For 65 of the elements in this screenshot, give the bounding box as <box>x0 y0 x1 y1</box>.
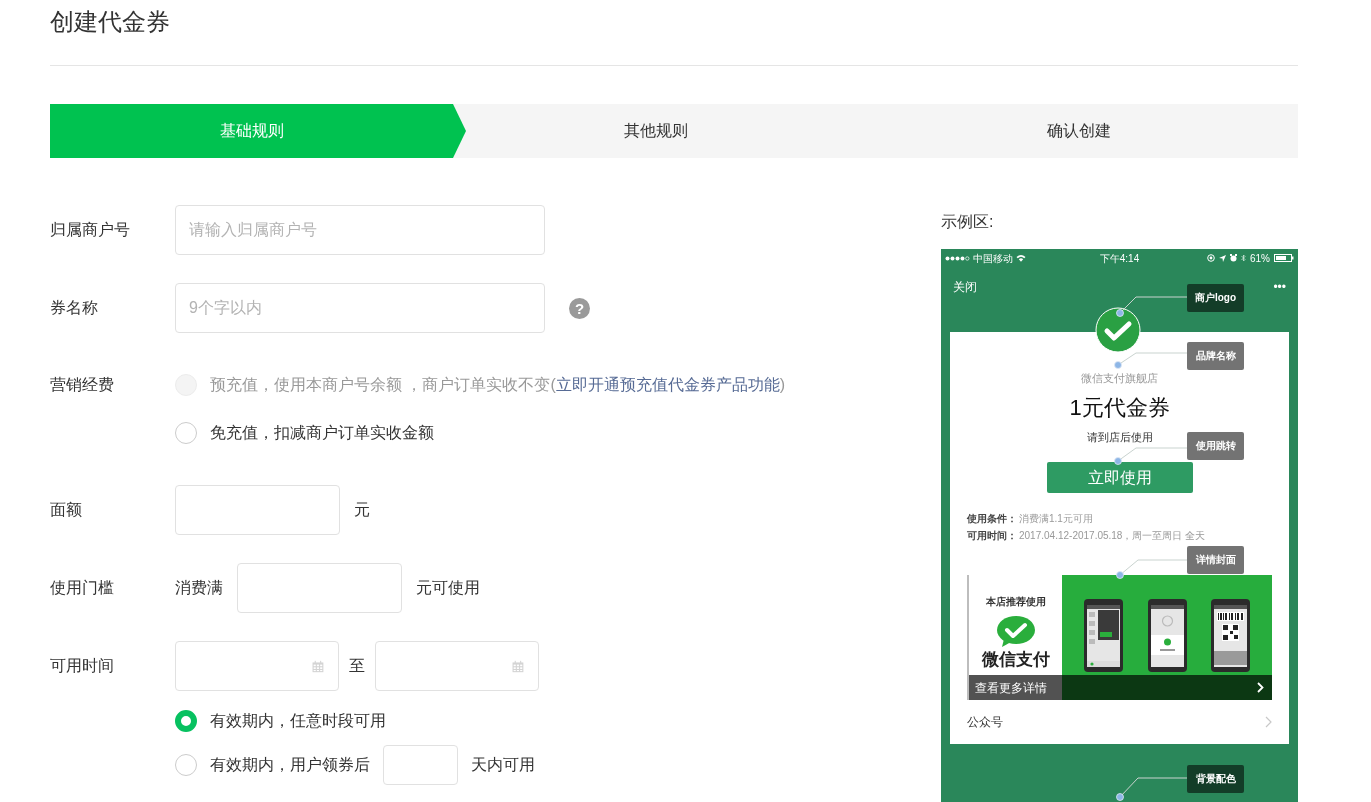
battery-percent: 61% <box>1250 251 1270 266</box>
brand-name: 微信支付旗舰店 <box>1081 371 1158 386</box>
leader-line <box>1116 559 1188 579</box>
location-arrow-icon <box>1219 254 1226 262</box>
field-label: 可用时间 <box>50 656 115 676</box>
input-field[interactable] <box>237 563 402 613</box>
condition-label: 可用时间： <box>967 529 1017 543</box>
coupon-subtitle: 请到店后使用 <box>1086 430 1153 445</box>
input-field[interactable] <box>383 745 458 785</box>
field-prefix: 消费满 <box>175 578 223 598</box>
date-field[interactable] <box>175 641 339 691</box>
signal-icon <box>945 255 970 261</box>
banner-brand: 微信支付 <box>981 650 1050 670</box>
chevron-right-icon <box>1257 682 1264 693</box>
callout-label: 品牌名称 <box>1187 342 1244 370</box>
leader-line <box>1116 777 1188 801</box>
carrier-name: 中国移动 <box>973 251 1013 266</box>
field-label: 券名称 <box>50 298 99 318</box>
input-field[interactable]: 9个字以内 <box>175 283 545 333</box>
chat-bubble-icon <box>995 615 1036 648</box>
option-label: 有效期内，任意时段可用 <box>210 711 386 731</box>
more-details-text: 查看更多详情 <box>975 679 1047 697</box>
radio-button[interactable] <box>175 422 197 444</box>
field-label: 营销经费 <box>50 375 115 395</box>
rotation-lock-icon <box>1207 254 1215 262</box>
field-label: 归属商户号 <box>50 220 131 240</box>
unit-label: 元可使用 <box>416 578 480 598</box>
banner-caption: 本店推荐使用 <box>985 595 1046 608</box>
alarm-icon <box>1230 254 1237 262</box>
field-label: 面额 <box>50 500 83 520</box>
radio-button[interactable] <box>175 710 197 732</box>
battery-icon <box>1274 254 1294 262</box>
option-label: 预充值，使用本商户号余额 ，商户订单实收不变(立即开通预充值代金券产品功能) <box>210 375 786 395</box>
date-field[interactable] <box>375 641 539 691</box>
page-title: 创建代金券 <box>50 7 170 37</box>
help-icon[interactable]: ? <box>569 297 590 319</box>
condition-label: 使用条件： <box>967 512 1017 526</box>
account-row[interactable]: 公众号 <box>950 700 1289 744</box>
condition-value: 消费满1.1元可用 <box>1019 512 1093 526</box>
radio-button[interactable] <box>175 754 197 776</box>
step-tab[interactable]: 其他规则 <box>466 104 860 158</box>
callout-label: 使用跳转 <box>1187 432 1244 460</box>
unit-label: 元 <box>354 500 370 520</box>
chevron-right-icon <box>1265 716 1272 728</box>
use-now-button[interactable]: 立即使用 <box>1046 462 1193 493</box>
input-field[interactable]: 请输入归属商户号 <box>175 205 545 255</box>
callout-label: 背景配色 <box>1187 765 1244 793</box>
callout-label: 商户logo <box>1187 284 1244 312</box>
more-menu[interactable]: ••• <box>1273 278 1286 296</box>
section-title: 示例区: <box>941 212 994 232</box>
more-details-bar[interactable]: 查看更多详情 <box>969 675 1272 700</box>
option-label: 免充值，扣减商户订单实收金额 <box>210 423 434 443</box>
input-field[interactable] <box>175 485 340 535</box>
wifi-icon <box>1016 254 1026 262</box>
close-link[interactable]: 关闭 <box>953 278 977 296</box>
leader-line <box>1116 296 1188 317</box>
callout-label: 详情封面 <box>1187 546 1244 574</box>
option-label: 天内可用 <box>471 755 535 775</box>
field-label: 使用门槛 <box>50 578 115 598</box>
range-separator: 至 <box>349 656 365 676</box>
coupon-title: 1元代金券 <box>1069 394 1170 422</box>
bluetooth-icon <box>1241 254 1246 262</box>
status-time: 下午4:14 <box>1099 251 1140 266</box>
option-label: 有效期内，用户领券后 <box>210 755 370 775</box>
step-tab[interactable]: 确认创建 <box>860 104 1298 158</box>
